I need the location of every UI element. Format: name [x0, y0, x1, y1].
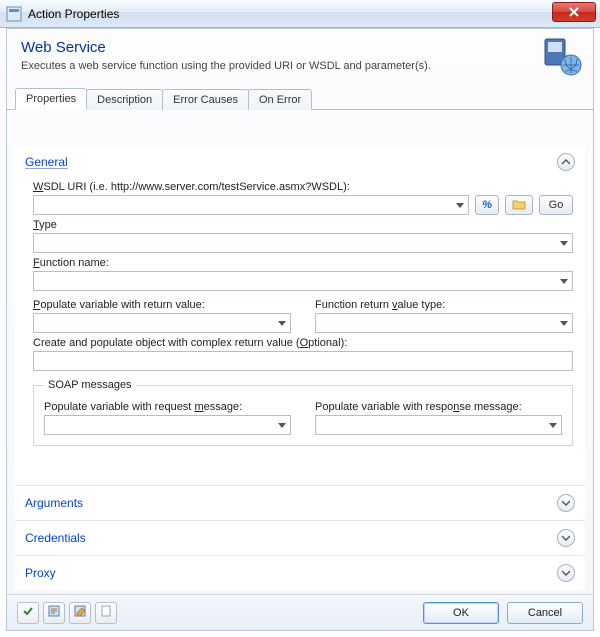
tool-button-3[interactable]: [95, 602, 117, 624]
browse-button[interactable]: [505, 195, 533, 215]
document-icon: [100, 605, 112, 620]
cancel-button[interactable]: Cancel: [507, 602, 583, 624]
wsdl-uri-input[interactable]: [33, 195, 469, 215]
script-edit-icon: [74, 605, 86, 620]
dialog-body: Web Service Executes a web service funct…: [6, 28, 594, 631]
close-button[interactable]: [552, 2, 596, 22]
expander-arguments-title: Arguments: [25, 496, 83, 510]
tab-strip: Properties Description Error Causes On E…: [7, 86, 593, 110]
tab-on-error[interactable]: On Error: [248, 89, 312, 110]
collapse-icon: [557, 153, 575, 171]
tab-content-properties: General WSDL URI (i.e. http://www.server…: [15, 147, 585, 590]
populate-return-label: Populate variable with return value:: [33, 299, 291, 311]
expander-proxy[interactable]: Proxy: [15, 555, 585, 590]
return-type-label: Function return value type:: [315, 299, 573, 311]
soap-request-label: Populate variable with request message:: [44, 401, 291, 413]
expander-proxy-title: Proxy: [25, 566, 56, 580]
expander-general-title: General: [25, 155, 68, 169]
function-name-label: Function name:: [33, 257, 573, 269]
soap-response-select[interactable]: [315, 415, 562, 435]
percent-button[interactable]: %: [475, 195, 499, 215]
expander-credentials-title: Credentials: [25, 531, 86, 545]
type-select[interactable]: [33, 233, 573, 253]
expand-icon: [557, 494, 575, 512]
page-title: Web Service: [21, 39, 579, 56]
general-section-body: WSDL URI (i.e. http://www.server.com/tes…: [15, 181, 585, 452]
web-service-icon: [541, 35, 583, 77]
type-label: Type: [33, 219, 573, 231]
tab-error-causes[interactable]: Error Causes: [162, 89, 249, 110]
validate-button[interactable]: [17, 602, 39, 624]
app-icon: [6, 6, 22, 22]
script-icon: [48, 605, 60, 620]
dialog-footer: OK Cancel: [7, 594, 593, 630]
go-button[interactable]: Go: [539, 195, 573, 215]
soap-legend: SOAP messages: [44, 379, 136, 391]
return-type-select[interactable]: [315, 313, 573, 333]
expand-icon: [557, 564, 575, 582]
title-bar: Action Properties: [0, 0, 600, 28]
tool-button-2[interactable]: [69, 602, 91, 624]
window-title: Action Properties: [28, 7, 119, 21]
check-icon: [22, 605, 34, 620]
soap-request-select[interactable]: [44, 415, 291, 435]
populate-return-select[interactable]: [33, 313, 291, 333]
complex-return-label: Create and populate object with complex …: [33, 337, 573, 349]
tool-button-1[interactable]: [43, 602, 65, 624]
soap-messages-group: SOAP messages Populate variable with req…: [33, 379, 573, 446]
folder-icon: [512, 198, 526, 213]
complex-return-input[interactable]: [33, 351, 573, 371]
expand-icon: [557, 529, 575, 547]
soap-response-label: Populate variable with response message:: [315, 401, 562, 413]
expander-credentials[interactable]: Credentials: [15, 520, 585, 555]
wsdl-uri-label: WSDL URI (i.e. http://www.server.com/tes…: [33, 181, 573, 193]
tab-description[interactable]: Description: [86, 89, 163, 110]
expander-general[interactable]: General: [15, 147, 585, 177]
tab-properties[interactable]: Properties: [15, 88, 87, 110]
page-description: Executes a web service function using th…: [21, 60, 579, 72]
expander-arguments[interactable]: Arguments: [15, 485, 585, 520]
function-name-select[interactable]: [33, 271, 573, 291]
ok-button[interactable]: OK: [423, 602, 499, 624]
header: Web Service Executes a web service funct…: [7, 29, 593, 80]
